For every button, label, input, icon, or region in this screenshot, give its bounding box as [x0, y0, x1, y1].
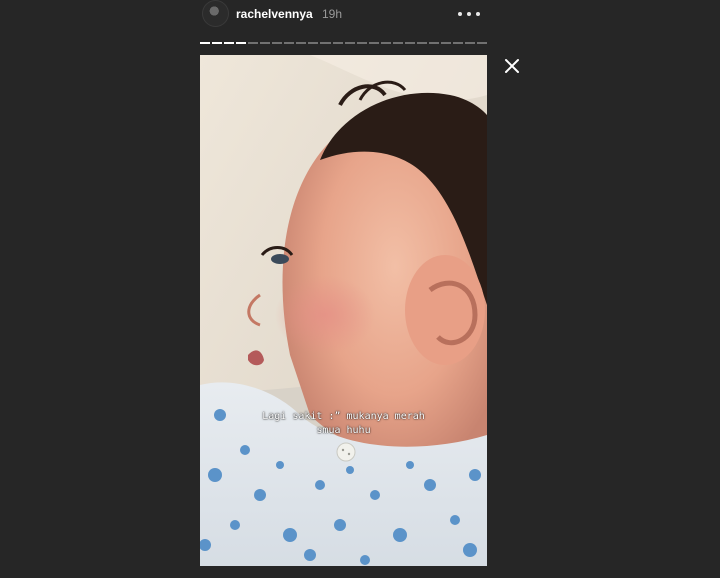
- progress-segment: [224, 42, 235, 44]
- progress-segment: [248, 42, 259, 44]
- progress-segment: [477, 42, 488, 44]
- avatar[interactable]: [202, 0, 229, 27]
- progress-segment: [440, 42, 451, 44]
- more-options-button[interactable]: [458, 4, 480, 24]
- progress-segment: [368, 42, 379, 44]
- username[interactable]: rachelvennya: [236, 7, 313, 21]
- progress-segment: [452, 42, 464, 44]
- story-media[interactable]: Lagi sakit :” mukanya merah smua huhu: [200, 55, 487, 566]
- caption-line-1: Lagi sakit :” mukanya merah: [262, 411, 425, 422]
- progress-segment: [416, 42, 427, 44]
- caption-line-2: smua huhu: [316, 425, 371, 436]
- progress-segment: [428, 42, 439, 44]
- progress-segment: [284, 42, 295, 44]
- progress-segment: [236, 42, 247, 44]
- progress-segment: [212, 42, 223, 44]
- progress-segment: [260, 42, 271, 44]
- more-horizontal-icon: [458, 12, 462, 16]
- progress-segment: [200, 42, 211, 44]
- progress-segment: [272, 42, 283, 44]
- progress-segment: [320, 42, 331, 44]
- progress-segment: [380, 42, 391, 44]
- progress-segment: [332, 42, 343, 44]
- progress-segment: [465, 42, 476, 44]
- timestamp: 19h: [322, 7, 343, 21]
- more-horizontal-icon: [476, 12, 480, 16]
- story-progress-bar: [200, 42, 488, 44]
- story-photo: [200, 55, 487, 566]
- progress-segment: [308, 42, 319, 44]
- story-viewer: rachelvennya 19h Lagi sakit:” mukanya m…: [0, 0, 720, 578]
- close-icon: [505, 59, 519, 73]
- close-button[interactable]: [503, 57, 521, 75]
- progress-segment: [344, 42, 355, 44]
- story-header: rachelvennya 19h: [200, 0, 487, 30]
- progress-segment: [392, 42, 403, 44]
- story-caption: Lagi sakit :” mukanya merah smua huhu: [200, 410, 487, 438]
- more-horizontal-icon: [467, 12, 471, 16]
- progress-segment: [356, 42, 367, 44]
- progress-segment: [404, 42, 415, 44]
- progress-segment: [296, 42, 307, 44]
